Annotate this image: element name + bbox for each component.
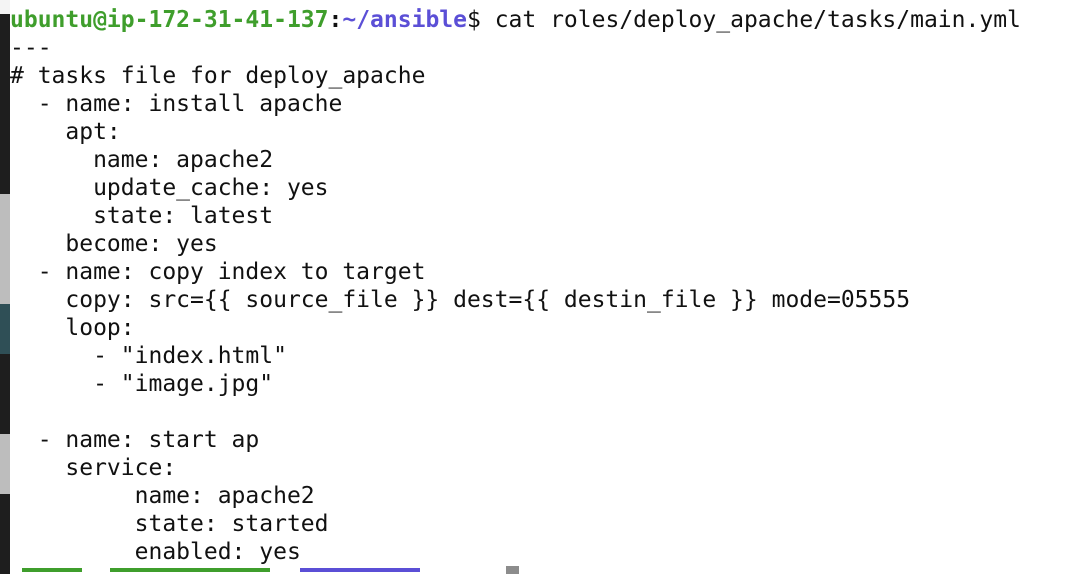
output-line: - name: install apache bbox=[10, 91, 343, 117]
output-line: - name: start ap bbox=[10, 427, 260, 453]
output-line: # tasks file for deploy_apache bbox=[10, 63, 426, 89]
output-line: loop: bbox=[10, 315, 135, 341]
terminal-window[interactable]: ubuntu@ip-172-31-41-137:~/ansible$ cat r… bbox=[0, 0, 1090, 574]
prompt-symbol: $ bbox=[466, 7, 481, 33]
output-line: apt: bbox=[10, 119, 121, 145]
output-line: - name: copy index to target bbox=[10, 259, 426, 285]
output-line: - "image.jpg" bbox=[10, 371, 274, 397]
terminal-output[interactable]: ubuntu@ip-172-31-41-137:~/ansible$ cat r… bbox=[10, 6, 1085, 566]
next-prompt-line-cutoff bbox=[10, 568, 490, 574]
command-text: cat roles/deploy_apache/tasks/main.yml bbox=[480, 7, 1021, 33]
output-line: --- bbox=[10, 35, 52, 61]
output-line: state: started bbox=[10, 511, 329, 537]
output-line: become: yes bbox=[10, 231, 218, 257]
prompt-user-host: ubuntu@ip-172-31-41-137 bbox=[10, 7, 329, 33]
prompt-line: ubuntu@ip-172-31-41-137:~/ansible$ cat r… bbox=[10, 6, 1085, 34]
output-line: name: apache2 bbox=[10, 147, 274, 173]
output-line: update_cache: yes bbox=[10, 175, 329, 201]
output-line: enabled: yes bbox=[10, 539, 301, 565]
background-window-edge bbox=[0, 0, 10, 574]
prompt-separator: : bbox=[328, 7, 343, 33]
output-line: state: latest bbox=[10, 203, 274, 229]
output-line: service: bbox=[10, 455, 177, 481]
output-line: copy: src={{ source_file }} dest={{ dest… bbox=[10, 287, 911, 313]
output-line: - "index.html" bbox=[10, 343, 287, 369]
prompt-path: ~/ansible bbox=[342, 7, 467, 33]
output-line: name: apache2 bbox=[10, 483, 315, 509]
terminal-cursor bbox=[506, 566, 519, 574]
